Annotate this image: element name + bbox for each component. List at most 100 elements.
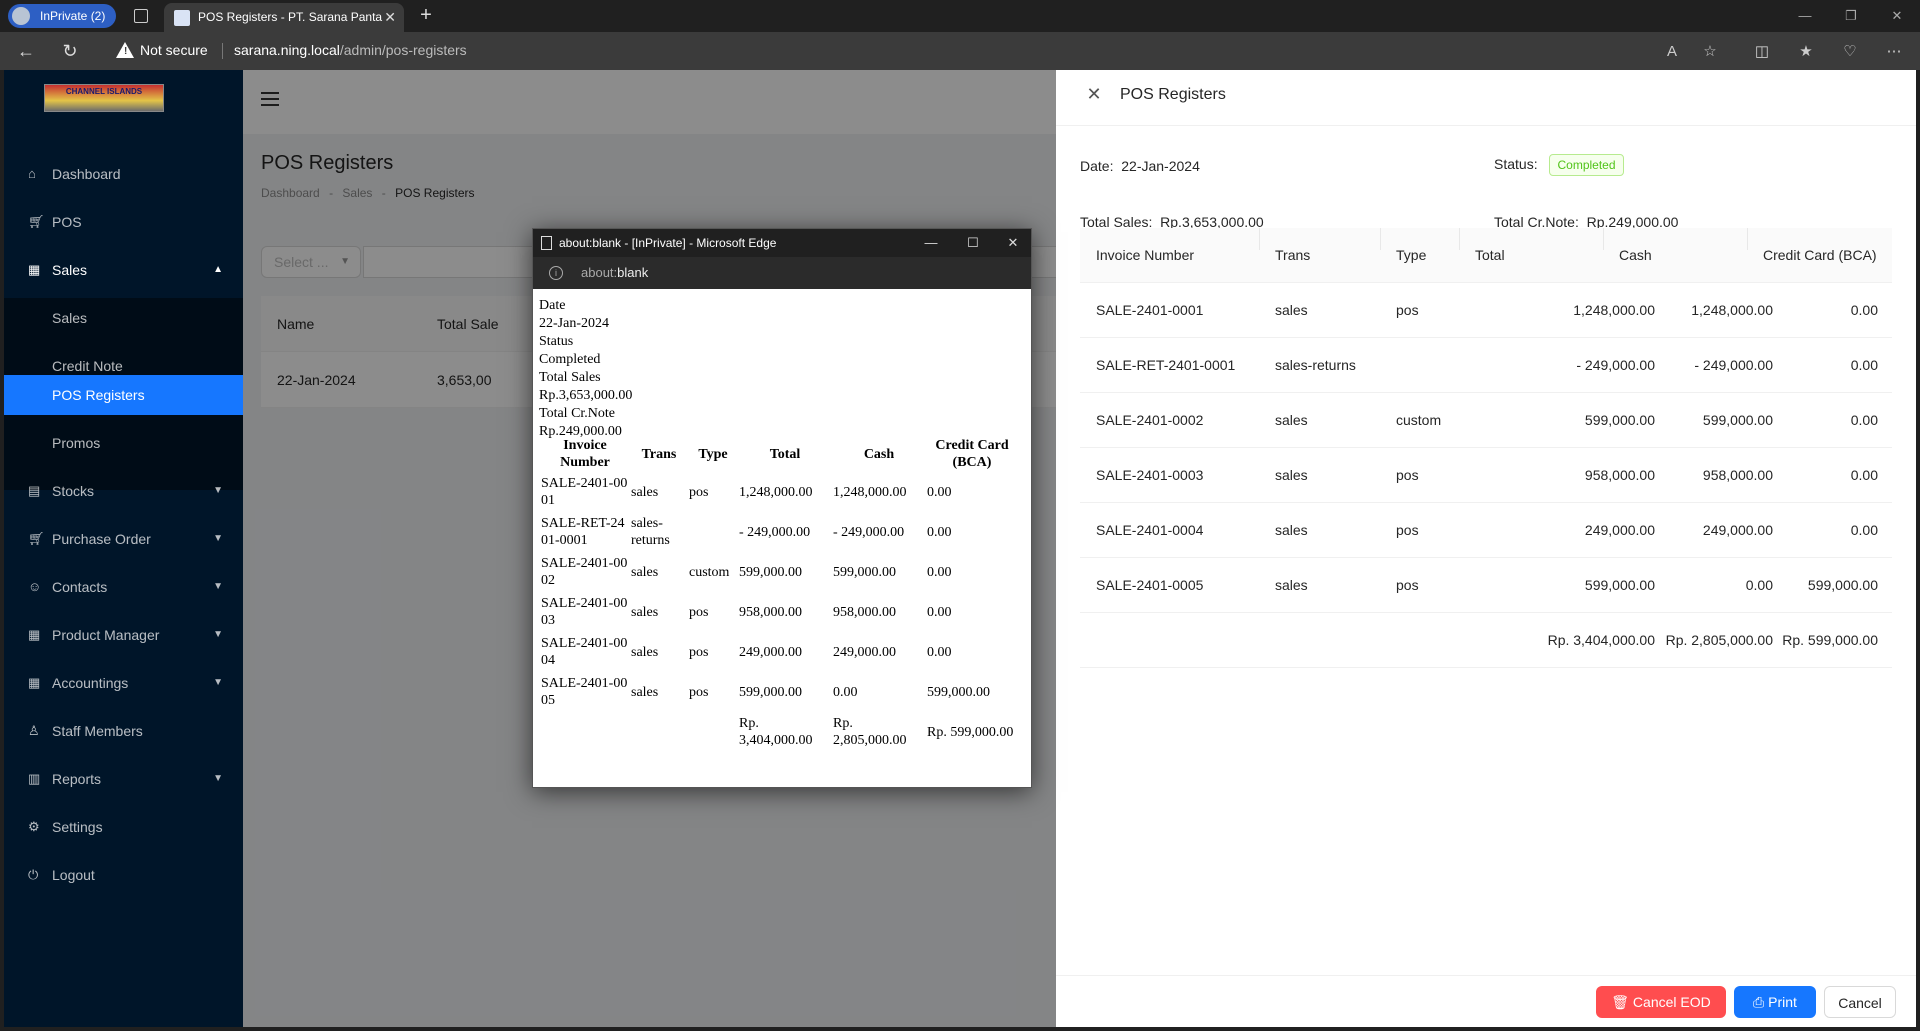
cancel-eod-label: Cancel EOD: [1632, 994, 1711, 1010]
company-logo[interactable]: CHANNEL ISLANDS: [44, 84, 164, 112]
chevron-down-icon: ▼: [213, 533, 223, 544]
browser-titlebar: InPrivate (2) POS Registers - PT. Sarana…: [0, 0, 1920, 32]
favorites-icon[interactable]: ★: [1796, 42, 1816, 62]
cancel-eod-button[interactable]: 🗑︎ Cancel EOD: [1596, 986, 1726, 1018]
sidebar-item-sales[interactable]: ▦ Sales ▲: [4, 250, 243, 290]
close-window-icon[interactable]: ✕: [1882, 6, 1912, 26]
sidebar-item-label: Product Manager: [52, 627, 160, 643]
logo-text: CHANNEL ISLANDS: [65, 87, 143, 96]
sidebar-item-staff-members[interactable]: ♙ Staff Members: [4, 711, 243, 751]
sidebar-item-label: Logout: [52, 867, 95, 883]
sidebar-item-settings[interactable]: ⚙ Settings: [4, 807, 243, 847]
cell-cash: 599,000.00: [1702, 412, 1773, 428]
sidebar-item-label: Stocks: [52, 483, 95, 499]
table-row[interactable]: SALE-2401-0002 sales custom 599,000.00 599,0…: [1080, 393, 1892, 448]
popup-cell-type: pos: [689, 604, 709, 620]
popup-table-row: SALE-2401-0004 sales pos 249,000.00 249,000.…: [541, 633, 1017, 671]
back-icon[interactable]: ←: [16, 41, 36, 61]
new-tab-icon[interactable]: +: [414, 4, 438, 28]
cell-cash: 958,000.00: [1702, 467, 1773, 483]
subitem-label: POS Registers: [52, 387, 145, 403]
chevron-down-icon: ▼: [213, 629, 223, 640]
popup-col-credit-card: Credit Card (BCA): [935, 438, 1009, 470]
sidebar-item-reports[interactable]: ▥ Reports ▼: [4, 759, 243, 799]
security-label: Not secure: [140, 42, 208, 58]
sidebar-item-dashboard[interactable]: ⌂ Dashboard: [4, 154, 243, 194]
cell-cc: 599,000.00: [1807, 577, 1878, 593]
table-row[interactable]: SALE-2401-0005 sales pos 599,000.00 0.00 599,…: [1080, 558, 1892, 613]
page-icon: [541, 236, 552, 250]
popup-cell-trans: sales: [631, 684, 659, 700]
popup-cell-trans: sales: [631, 604, 659, 620]
sidebar-item-product-manager[interactable]: ▦ Product Manager ▼: [4, 615, 243, 655]
tab-close-icon[interactable]: ✕: [384, 3, 396, 32]
minimize-icon[interactable]: —: [1790, 6, 1820, 26]
table-row[interactable]: SALE-2401-0001 sales pos 1,248,000.00 1,248,…: [1080, 283, 1892, 338]
table-row[interactable]: SALE-RET-2401-0001 sales-returns - 249,000…: [1080, 338, 1892, 393]
sidebar-item-pos[interactable]: 🛒︎ POS: [4, 202, 243, 242]
table-row[interactable]: SALE-2401-0004 sales pos 249,000.00 249,000.…: [1080, 503, 1892, 558]
close-icon[interactable]: ✕: [1084, 84, 1104, 104]
print-button[interactable]: ⎙ Print: [1734, 986, 1816, 1018]
totals-row: Rp. 3,404,000.00 Rp. 2,805,000.00 Rp. 599,…: [1080, 613, 1892, 668]
sidebar-item-contacts[interactable]: ☺ Contacts ▼: [4, 567, 243, 607]
sidebar-subitem-sales[interactable]: Sales: [4, 298, 243, 338]
cell-cash: 0.00: [1745, 577, 1773, 593]
url-path: /admin/pos-registers: [339, 42, 467, 58]
popup-address-bar[interactable]: i about:blank: [533, 257, 1031, 289]
split-screen-icon[interactable]: ◫: [1752, 42, 1772, 62]
sidebar-item-purchase-order[interactable]: 🛒︎ Purchase Order ▼: [4, 519, 243, 559]
restore-icon[interactable]: ❐: [1836, 6, 1866, 26]
cell-total: 599,000.00: [1584, 577, 1655, 593]
popup-cell-invoice: SALE-2401-0001: [541, 476, 628, 508]
sidebar-item-logout[interactable]: ⏻ Logout: [4, 855, 243, 895]
inprivate-badge[interactable]: InPrivate (2): [8, 4, 116, 28]
popup-col-invoice: Invoice Number: [560, 438, 610, 470]
more-menu-icon[interactable]: ⋯: [1884, 42, 1904, 62]
sidebar-subitem-promos[interactable]: Promos: [4, 423, 243, 463]
sidebar-item-stocks[interactable]: ▤ Stocks ▼: [4, 471, 243, 511]
status-field: Status: Completed: [1494, 154, 1624, 176]
popup-summary: Date 22-Jan-2024 Status Completed Total Sale…: [539, 297, 632, 441]
popup-maximize-icon[interactable]: ☐: [955, 229, 991, 257]
popup-cell-cash: 1,248,000.00: [833, 484, 907, 500]
column-header-type: Type: [1396, 247, 1427, 263]
warning-icon: !: [116, 42, 134, 58]
favorite-star-icon[interactable]: ☆: [1700, 42, 1720, 62]
popup-col-type: Type: [698, 446, 728, 462]
popup-titlebar: about:blank - [InPrivate] - Microsoft Ed…: [533, 229, 1031, 257]
tab-favicon-icon: [174, 10, 190, 26]
popup-cell-type: custom: [689, 564, 730, 580]
popup-table-row: SALE-2401-0003 sales pos 958,000.00 958,000.…: [541, 593, 1017, 631]
security-indicator[interactable]: ! Not secure: [116, 42, 208, 58]
popup-close-icon[interactable]: ✕: [995, 229, 1031, 257]
user-icon: ♙: [28, 723, 40, 738]
sidebar-subitem-pos-registers[interactable]: POS Registers: [4, 375, 243, 415]
popup-table-row: SALE-2401-0005 sales pos 599,000.00 0.00 599,…: [541, 673, 1017, 711]
cancel-button[interactable]: Cancel: [1824, 986, 1896, 1018]
tab-actions-icon[interactable]: [134, 9, 148, 23]
cell-invoice: SALE-2401-0001: [1096, 302, 1204, 318]
popup-col-trans: Trans: [641, 446, 677, 462]
table-row[interactable]: SALE-2401-0003 sales pos 958,000.00 958,000.…: [1080, 448, 1892, 503]
refresh-icon[interactable]: ↻: [60, 41, 80, 61]
url-field[interactable]: sarana.ning.local/admin/pos-registers: [234, 42, 467, 58]
chevron-down-icon: ▼: [213, 773, 223, 784]
column-separator: [1380, 228, 1381, 250]
popup-cell-invoice: SALE-2401-0004: [541, 636, 628, 668]
sidebar-item-accountings[interactable]: ▦ Accountings ▼: [4, 663, 243, 703]
cell-type: custom: [1396, 412, 1442, 428]
tab-title: POS Registers - PT. Sarana Panta: [198, 10, 383, 24]
cell-trans: sales: [1275, 522, 1308, 538]
cell-trans: sales: [1275, 412, 1308, 428]
subitem-label: Promos: [52, 435, 101, 451]
table-icon: ▦: [28, 262, 41, 277]
cell-type: pos: [1396, 577, 1419, 593]
popup-minimize-icon[interactable]: —: [913, 229, 949, 257]
cell-cash: 1,248,000.00: [1691, 302, 1773, 318]
date-value: 22-Jan-2024: [1121, 158, 1200, 174]
read-aloud-icon[interactable]: A: [1662, 42, 1682, 62]
browser-essentials-icon[interactable]: ♡: [1840, 42, 1860, 62]
browser-tab[interactable]: POS Registers - PT. Sarana Panta ✕: [164, 3, 404, 32]
popup-cell-total: 958,000.00: [739, 604, 802, 620]
